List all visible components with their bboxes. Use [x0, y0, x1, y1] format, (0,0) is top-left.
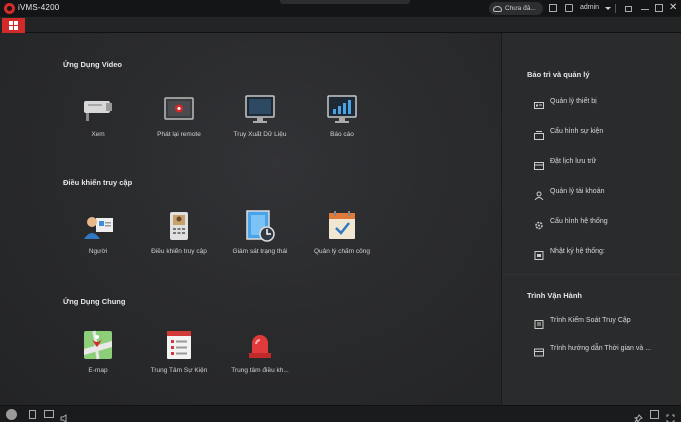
status-bar — [0, 405, 681, 422]
tile-access-control[interactable]: Điều khiển truy cập — [144, 210, 214, 255]
alarm-icon[interactable] — [6, 409, 17, 420]
grid-cell — [14, 26, 18, 30]
time-wizard-icon — [534, 344, 544, 357]
title-notch — [280, 0, 410, 4]
user-list-icon[interactable] — [549, 4, 557, 12]
minimize-icon[interactable] — [641, 9, 649, 10]
access-wizard-icon — [534, 316, 544, 329]
account-icon — [534, 187, 544, 201]
link-system-config[interactable]: Cấu hình hệ thống — [534, 217, 608, 230]
tile-label: Quản lý chấm công — [313, 248, 370, 255]
section-title-video: Ứng Dụng Video — [63, 60, 122, 69]
alarm-light-icon — [244, 329, 276, 361]
pin-icon[interactable] — [633, 410, 643, 422]
section-title-common: Ứng Dụng Chung — [63, 297, 126, 306]
chevron-down-icon[interactable] — [605, 7, 611, 10]
tile-emap[interactable]: E-map — [63, 329, 133, 374]
app-logo-icon — [4, 3, 15, 14]
link-time-wizard[interactable]: Trình hướng dẫn Thời gian và ... — [534, 344, 652, 357]
link-label: Quản lý tài khoản — [550, 188, 605, 195]
tile-alarm-center[interactable]: Trung tâm điều kh... — [225, 329, 295, 374]
trash-icon[interactable] — [29, 410, 36, 419]
attendance-calendar-icon — [326, 210, 358, 242]
lock-icon[interactable] — [625, 6, 632, 12]
link-label: Nhật ký hệ thống: — [550, 248, 605, 255]
app-window: iVMS-4200 Chưa đă... admin ✕ Ứng Dụng Vi… — [0, 0, 681, 422]
tile-data-retrieval[interactable]: Truy Xuất Dữ Liệu — [225, 93, 295, 138]
link-label: Cấu hình hệ thống — [550, 218, 608, 225]
main-menu-button[interactable] — [2, 18, 25, 33]
link-label: Cấu hình sự kiện — [550, 128, 604, 135]
tile-report[interactable]: Báo cáo — [307, 93, 377, 138]
title-separator — [615, 4, 616, 13]
title-bar: iVMS-4200 Chưa đă... admin ✕ — [0, 0, 681, 17]
app-title: iVMS-4200 — [18, 3, 60, 12]
link-event-config[interactable]: Cấu hình sự kiện — [534, 127, 604, 140]
tile-person[interactable]: Người — [63, 210, 133, 255]
tile-label: Giám sát trạng thái — [232, 248, 288, 255]
link-device-management[interactable]: Quản lý thiết bị — [534, 97, 597, 109]
panel-divider — [501, 33, 502, 405]
tile-label: Người — [88, 248, 108, 255]
section-title-access: Điều khiển truy cập — [63, 178, 133, 187]
screen-icon[interactable] — [44, 410, 54, 418]
system-config-icon — [534, 217, 544, 230]
grid-cell — [9, 26, 13, 30]
person-card-icon — [82, 210, 114, 242]
section-title-maintenance: Bảo trì và quản lý — [527, 70, 590, 79]
monitor-icon[interactable] — [565, 4, 573, 12]
tile-attendance[interactable]: Quản lý chấm công — [307, 210, 377, 255]
tile-label: E-map — [88, 367, 108, 374]
data-retrieval-icon — [244, 93, 276, 125]
grid-cell — [9, 21, 13, 25]
user-name[interactable]: admin — [580, 4, 599, 11]
tile-label: Trung Tâm Sự Kiện — [150, 367, 208, 374]
link-system-log[interactable]: Nhật ký hệ thống: — [534, 247, 605, 260]
fullscreen-icon[interactable] — [666, 410, 675, 422]
tile-label: Truy Xuất Dữ Liệu — [233, 131, 287, 138]
window-icon[interactable] — [650, 410, 659, 419]
event-config-icon — [534, 127, 544, 140]
tile-label: Trung tâm điều kh... — [231, 367, 289, 374]
tile-label: Xem — [91, 131, 105, 138]
link-label: Trình hướng dẫn Thời gian và ... — [550, 345, 652, 352]
tile-label: Điều khiển truy cập — [151, 248, 207, 255]
section-title-wizards: Trình Vận Hành — [527, 291, 583, 300]
tile-status-monitor[interactable]: Giám sát trạng thái — [225, 210, 295, 255]
emap-icon — [82, 329, 114, 361]
playback-icon — [163, 93, 195, 125]
link-access-wizard[interactable]: Trình Kiểm Soát Truy Cập — [534, 316, 631, 329]
report-chart-icon — [326, 93, 358, 125]
link-account-management[interactable]: Quản lý tài khoản — [534, 187, 605, 201]
camera-icon — [82, 93, 114, 125]
grid-cell — [14, 21, 18, 25]
tile-label: Báo cáo — [330, 131, 354, 138]
access-terminal-icon — [163, 210, 195, 242]
link-storage-schedule[interactable]: Đặt lịch lưu trữ — [534, 157, 597, 170]
tile-playback[interactable]: Phát lại remote — [144, 93, 214, 138]
door-monitor-icon — [244, 210, 276, 242]
maximize-icon[interactable] — [655, 4, 663, 12]
storage-schedule-icon — [534, 157, 544, 170]
right-panel-separator — [502, 274, 681, 275]
tile-label: Phát lại remote — [157, 131, 201, 138]
event-center-icon — [163, 329, 195, 361]
tile-event-center[interactable]: Trung Tâm Sự Kiện — [144, 329, 214, 374]
link-label: Quản lý thiết bị — [550, 98, 597, 105]
link-label: Đặt lịch lưu trữ — [550, 158, 597, 165]
link-label: Trình Kiểm Soát Truy Cập — [550, 317, 631, 324]
cloud-status-label: Chưa đă... — [505, 5, 536, 12]
cloud-icon — [493, 5, 502, 12]
close-icon[interactable]: ✕ — [669, 2, 677, 13]
cloud-status-button[interactable]: Chưa đă... — [489, 2, 543, 15]
system-log-icon — [534, 247, 544, 260]
tile-xem[interactable]: Xem — [63, 93, 133, 138]
volume-icon[interactable] — [60, 410, 69, 422]
device-icon — [534, 97, 544, 109]
